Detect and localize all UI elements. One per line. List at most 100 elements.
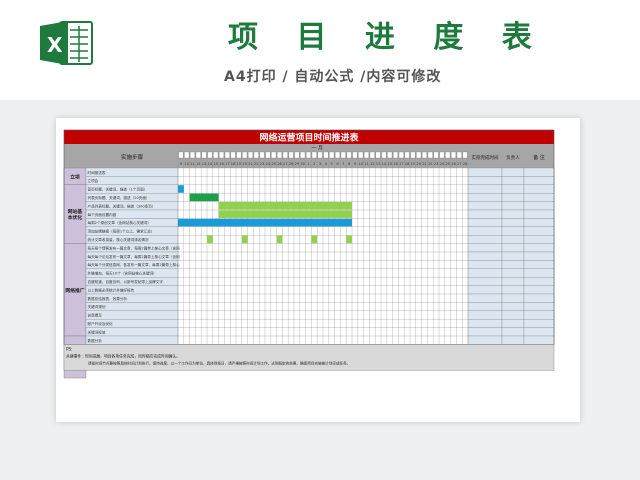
actual-time-cell [467, 335, 503, 345]
task-cell [85, 176, 179, 185]
weekday-cell [381, 151, 387, 159]
header-task: 实施步骤 [121, 153, 144, 161]
banner-title: 网络运营项目时间推进表 [259, 132, 359, 144]
day-number: 26 [451, 162, 456, 166]
weekday-cell [213, 151, 219, 159]
owner-cell [501, 201, 525, 211]
actual-time-cell [467, 243, 503, 253]
day-number: 20 [416, 162, 421, 166]
actual-time-cell [467, 218, 503, 227]
day-number: 13 [202, 162, 207, 166]
remark-cell [523, 209, 555, 219]
task-label: 立项会 [88, 178, 99, 183]
remark-cell [523, 327, 555, 337]
owner-cell [501, 176, 525, 185]
task-label: 账户开设及优化 [88, 321, 114, 326]
weekday-cell [364, 151, 369, 159]
actual-time-cell [467, 302, 503, 311]
task-label: 创意撰写 [88, 313, 103, 318]
day-number: 13 [376, 162, 381, 166]
weekday-cell [340, 151, 346, 159]
day-number: 22 [254, 162, 259, 166]
weekday-cell [329, 151, 335, 159]
weekday-cell [311, 151, 317, 159]
weekday-cell [375, 151, 381, 159]
day-number: 23 [434, 162, 439, 166]
notes-title: PS: [66, 346, 73, 351]
owner-cell [501, 226, 525, 236]
day-number: 18 [405, 162, 410, 166]
day-number: 11 [364, 162, 369, 166]
owner-cell [501, 184, 525, 194]
page-header: X 项 目 进 度 表 A4打印 / 自动公式 /内容可修改 [0, 0, 640, 100]
header-remark: 备 注 [533, 154, 545, 161]
page-title: 项 目 进 度 表 [228, 20, 546, 55]
actual-time-cell [467, 201, 503, 211]
remark-cell [523, 260, 555, 269]
gantt-bar [178, 185, 184, 193]
weekday-cell [259, 151, 265, 159]
weekday-cell [462, 151, 468, 159]
weekday-cell [300, 151, 306, 159]
weekday-cell [242, 151, 248, 159]
phase-label: 立项 [70, 173, 80, 180]
weekday-cell [445, 151, 451, 159]
gantt-bar [346, 235, 352, 244]
owner-cell [501, 285, 525, 295]
actual-time-cell [467, 285, 503, 295]
day-number: 15 [213, 162, 218, 166]
owner-cell [501, 209, 525, 219]
gantt-bar [207, 235, 213, 244]
day-number: 24 [266, 162, 271, 166]
day-number: 20 [242, 162, 247, 166]
weekday-cell [456, 151, 462, 159]
task-label: 产品列表标题、关键词、描述（300多页） [88, 203, 156, 208]
weekday-cell [271, 151, 277, 159]
gantt-bar [311, 235, 318, 244]
weekday-cell [282, 151, 288, 159]
remark-cell [523, 335, 555, 345]
gantt-bar [218, 202, 352, 210]
task-label: 百度知道、百度百科，以新号发帖带上品牌文字 [88, 279, 164, 284]
weekday-cell [410, 151, 416, 159]
weekday-cell [306, 151, 311, 159]
task-label: 每天每个论坛发布一篇文章，每周2篇带上核心文章（含网 [88, 254, 181, 259]
task-label: 首页标题、关键词、描述（1个页面） [88, 187, 148, 192]
day-number: 10 [358, 162, 363, 166]
task-label: 数据分析 [88, 338, 103, 343]
day-number: 27 [457, 162, 462, 166]
weekday-cell [323, 151, 329, 159]
remark-cell [523, 243, 555, 253]
remark-cell [523, 201, 555, 211]
note-line: 请如时间节点要按照具体时间计划执行，保持进度，以一个工作日为单位，具体到每日，请… [88, 360, 350, 365]
owner-cell [501, 167, 525, 177]
day-number: 14 [208, 162, 213, 166]
actual-time-cell [467, 209, 503, 219]
task-label: 以上数据必须统计并做好报告 [88, 287, 135, 292]
day-number: 7 [342, 162, 344, 166]
remark-cell [523, 218, 555, 227]
weekday-cell [369, 151, 375, 159]
weekday-cell [398, 151, 404, 159]
header-actual-time: 实际完成时间 [472, 154, 499, 161]
day-number: 11 [190, 162, 195, 166]
remark-cell [523, 310, 555, 320]
day-number: 22 [428, 162, 433, 166]
task-label: 添加友情链接（每周1个以上，需求汇总） [88, 229, 155, 234]
weekday-cell [451, 151, 456, 159]
owner-cell [501, 193, 525, 202]
task-label: 关键词投放 [88, 329, 106, 334]
weekday-cell [201, 151, 207, 159]
day-number: 25 [271, 162, 276, 166]
weekday-cell [393, 151, 398, 159]
owner-cell [501, 327, 525, 337]
actual-time-cell [467, 184, 503, 194]
task-label: 关键词规划 [88, 304, 106, 309]
day-number: 3 [319, 162, 321, 166]
task-label: 时间推进表 [88, 170, 106, 175]
weekday-cell [207, 151, 213, 159]
day-number: 26 [277, 162, 282, 166]
owner-cell [501, 319, 525, 328]
note-line: 关键事件：时间进展，项目各项任务完成，同时都应完成时间确认。 [66, 353, 180, 358]
day-number: 27 [283, 162, 288, 166]
